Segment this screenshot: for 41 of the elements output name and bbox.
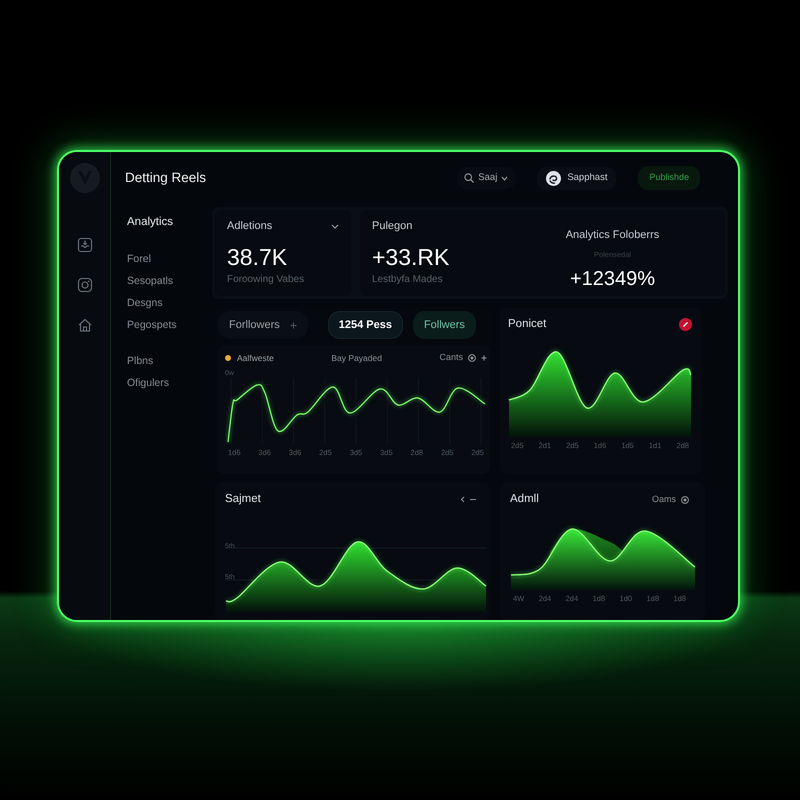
chart-control[interactable]: Oams xyxy=(652,492,676,506)
chart-title: Admll xyxy=(510,492,539,507)
stat-value: 38.7K xyxy=(227,243,288,271)
stat-caption: Lestbyfa Mades xyxy=(372,273,443,286)
sidebar-item[interactable]: Desgns xyxy=(127,292,207,314)
app-title: Detting Reels xyxy=(125,168,206,187)
sidebar-item[interactable]: Forel xyxy=(127,248,207,270)
chart-subtitle: Bay Payaded xyxy=(331,352,382,364)
stat-value: +33.RK xyxy=(372,243,450,271)
camera-icon[interactable] xyxy=(76,277,92,293)
sidebar-heading: Analytics xyxy=(127,215,174,229)
legend-label: Aalfweste xyxy=(237,352,274,364)
circle-dot-icon xyxy=(468,354,476,362)
chart-control[interactable]: Cants xyxy=(439,351,463,365)
stat-value: +12349% xyxy=(570,267,656,292)
home-icon[interactable] xyxy=(76,317,92,333)
filter-tab[interactable]: Forllowers xyxy=(218,310,308,340)
chart-title: Sajmet xyxy=(225,492,261,507)
publish-button[interactable]: Publishde xyxy=(638,166,700,190)
circle-dot-icon xyxy=(681,496,689,504)
sidebar-item[interactable]: Ofigulers xyxy=(127,372,207,394)
chevron-down-icon[interactable] xyxy=(331,224,339,228)
caret-icon xyxy=(501,176,508,180)
stat-label: Adletions xyxy=(227,219,272,233)
user-menu-button[interactable]: Sapphast xyxy=(537,166,616,190)
legend-dot-icon xyxy=(225,355,231,361)
search-icon xyxy=(464,173,474,183)
stat-caption: Foroowing Vabes xyxy=(227,273,304,286)
stat-label: Analytics Foloberrs xyxy=(566,228,660,242)
plus-icon xyxy=(480,355,487,361)
inbox-icon[interactable] xyxy=(76,237,92,253)
search-button[interactable]: Saaj xyxy=(457,166,516,190)
sidebar-item[interactable]: Pegospets xyxy=(127,314,207,336)
plus-icon xyxy=(290,322,297,328)
filter-tab[interactable]: 1254 Pess xyxy=(328,310,403,340)
chart-title: Ponicet xyxy=(508,317,546,332)
sidebar-item[interactable]: Sesopatls xyxy=(127,270,207,292)
sidebar-item[interactable]: Plbns xyxy=(127,350,207,372)
avatar-icon xyxy=(546,170,562,186)
stat-label: Pulegon xyxy=(372,219,412,233)
filter-tab[interactable]: Follwers xyxy=(412,310,476,340)
